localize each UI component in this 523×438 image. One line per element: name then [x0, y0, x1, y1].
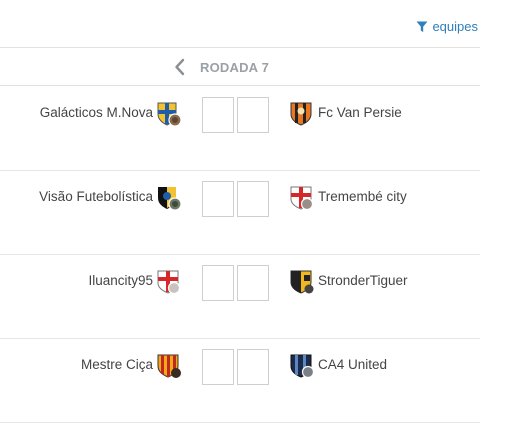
away-team-crest-icon: [289, 269, 315, 295]
divider: [0, 422, 480, 423]
away-team-crest-icon: [289, 185, 315, 211]
match-row: Galácticos M.Nova Fc Van Persie: [0, 87, 480, 171]
home-score-input[interactable]: [202, 349, 234, 385]
away-team-crest-icon: [289, 101, 315, 127]
round-title: RODADA 7: [200, 60, 270, 75]
away-team-name: StronderTiguer: [318, 273, 408, 288]
chevron-left-icon[interactable]: [173, 58, 187, 76]
filter-teams-link[interactable]: equipes: [416, 19, 478, 34]
home-team-name: Visão Futebolística: [39, 189, 153, 204]
match-row: Iluancity95 StronderTiguer: [0, 255, 480, 339]
home-score-input[interactable]: [202, 265, 234, 301]
away-score-input[interactable]: [237, 349, 269, 385]
home-team-crest-icon: [156, 269, 182, 295]
home-team-crest-icon: [156, 353, 182, 379]
home-team-crest-icon: [156, 101, 182, 127]
away-team-name: CA4 United: [318, 357, 388, 372]
home-team-name: Galácticos M.Nova: [39, 105, 153, 120]
filter-label: equipes: [432, 19, 478, 34]
filter-icon: [416, 21, 428, 32]
away-score-input[interactable]: [237, 97, 269, 133]
top-bar: equipes: [0, 0, 480, 48]
home-score-input[interactable]: [202, 181, 234, 217]
home-score-input[interactable]: [202, 97, 234, 133]
away-score-input[interactable]: [237, 181, 269, 217]
round-navigation: RODADA 7: [0, 49, 480, 86]
home-team-name: Mestre Ciça: [80, 357, 153, 372]
home-team-crest-icon: [156, 185, 182, 211]
away-team-crest-icon: [289, 353, 315, 379]
away-team-name: Fc Van Persie: [318, 105, 402, 120]
home-team-name: Iluancity95: [88, 273, 153, 288]
match-row: Visão Futebolística Tremembé city: [0, 171, 480, 255]
away-team-name: Tremembé city: [318, 189, 407, 204]
match-row: Mestre Ciça CA4 United: [0, 339, 480, 423]
away-score-input[interactable]: [237, 265, 269, 301]
